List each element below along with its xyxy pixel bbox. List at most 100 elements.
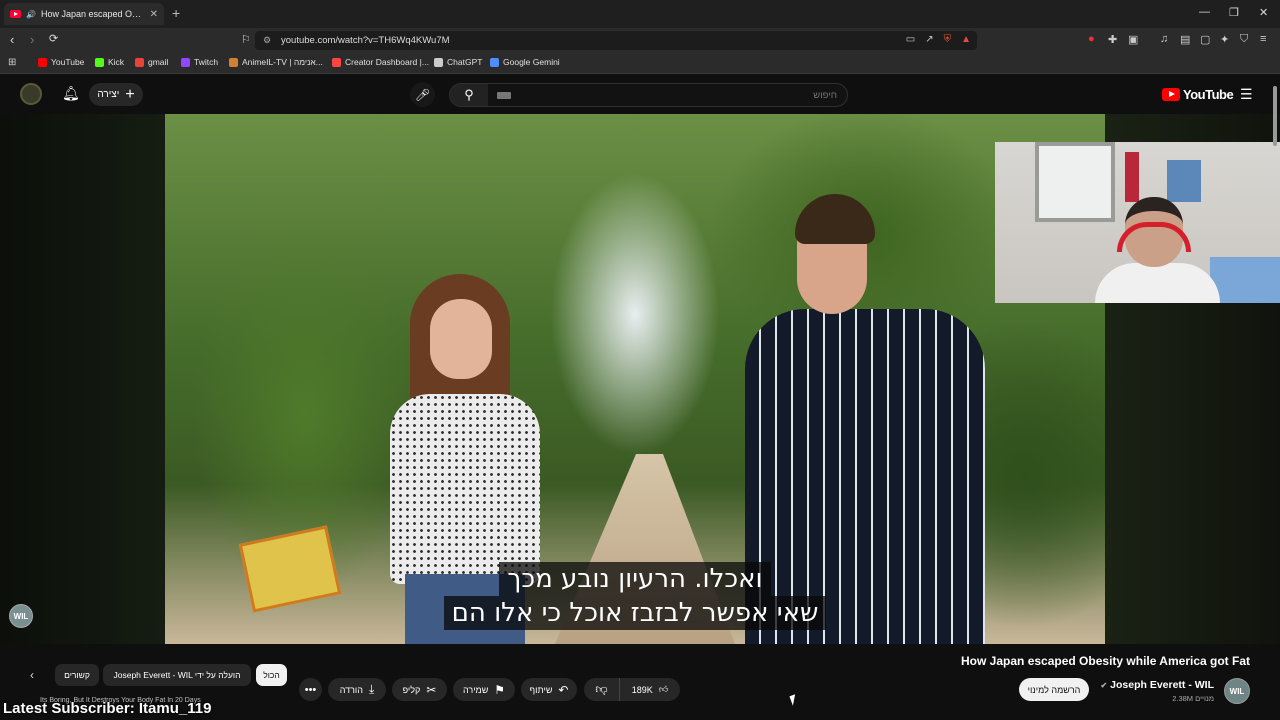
bookmark-item[interactable]: Kick [95, 57, 124, 67]
webcam-overlay [995, 142, 1280, 303]
voice-search-mic-icon[interactable]: 🎤︎ [410, 82, 435, 107]
search-icon: ⚲ [464, 87, 474, 102]
channel-name[interactable]: ✔ Joseph Everett - WIL [1100, 679, 1214, 691]
bookmark-favicon-icon [434, 57, 443, 67]
bookmark-item[interactable]: Google Gemini [490, 57, 560, 67]
save-button[interactable]: שמירה ⚑ [453, 678, 515, 701]
create-label: יצירה [97, 89, 120, 100]
create-button[interactable]: יצירה + [89, 83, 143, 106]
youtube-logo-text: YouTube [1183, 87, 1234, 102]
bookmark-item[interactable]: Twitch [181, 57, 218, 67]
keyboard-icon[interactable] [497, 92, 511, 99]
browser-tab[interactable]: 🔊 How Japan escaped Obesity ✕ [4, 3, 164, 25]
search-button[interactable]: ⚲ [450, 84, 488, 106]
youtube-logo[interactable]: YouTube [1162, 87, 1234, 102]
rewards-icon[interactable]: ▲ [961, 34, 971, 45]
bookmark-favicon-icon [135, 57, 144, 67]
share-label: שיתוף [529, 684, 553, 695]
dislike-button[interactable]: 👎︎ [584, 678, 620, 701]
bookmark-item[interactable]: AnimeIL-TV | אנימה... [229, 57, 323, 67]
vpn-icon[interactable]: ⛉ [1240, 33, 1248, 46]
leo-ai-icon[interactable]: ✦ [1220, 33, 1229, 46]
mouse-cursor [789, 694, 799, 706]
bookmark-item[interactable]: Creator Dashboard |... [332, 57, 429, 67]
plus-icon: + [125, 85, 135, 103]
thumbs-down-icon: 👎︎ [595, 682, 608, 696]
bookmark-save-icon: ⚑ [494, 682, 506, 697]
apps-grid-icon[interactable]: ⊞ [8, 57, 16, 68]
stream-overlay-latest-subscriber: Latest Subscriber: Itamu_119 [3, 700, 212, 717]
sidebar-icon[interactable]: ▤ [1180, 33, 1190, 46]
subscriber-count: 2.38M מנויים [1172, 694, 1214, 703]
bookmark-favicon-icon [332, 57, 341, 67]
menu-icon[interactable]: ≡ [1260, 33, 1266, 45]
chip-all[interactable]: הכול [256, 664, 287, 686]
browser-tab-bar: 🔊 How Japan escaped Obesity ✕ + — ❐ ✕ [0, 0, 1280, 28]
account-avatar[interactable] [20, 83, 42, 105]
more-actions-button[interactable]: ••• [299, 678, 322, 701]
download-label: הורדה [339, 684, 363, 695]
speaker-icon[interactable]: 🔊 [26, 10, 36, 19]
bookmark-favicon-icon [38, 57, 47, 67]
like-dislike-group: 👎︎ 189K 👍︎ [584, 678, 680, 701]
bookmark-item[interactable]: YouTube [38, 57, 84, 67]
new-tab-button[interactable]: + [172, 5, 180, 21]
subtitle-line-2: שאי אפשר לבזבז אוכל כי אלו הם [443, 596, 827, 630]
bookmark-label: YouTube [51, 57, 85, 67]
subscribe-button[interactable]: הרשמה למינוי [1019, 678, 1089, 701]
minimize-button[interactable]: — [1199, 6, 1210, 18]
page-scrollbar[interactable] [1273, 86, 1277, 146]
youtube-play-icon [1162, 88, 1180, 101]
subtitles: ואכלו. הרעיון נובע מכך שאי אפשר לבזבז או… [165, 562, 1105, 630]
like-button[interactable]: 189K 👍︎ [620, 678, 680, 701]
bookmark-favicon-icon [181, 57, 190, 67]
media-icon[interactable]: ♫ [1160, 33, 1168, 45]
extensions-puzzle-icon[interactable]: ✚ [1108, 33, 1117, 46]
channel-watermark[interactable]: WIL [9, 604, 33, 628]
browser-toolbar: ‹ › ⟳ ⚐ ⚙ youtube.com/watch?v=TH6Wq4KWu7… [0, 28, 1280, 52]
close-window-button[interactable]: ✕ [1259, 6, 1268, 19]
address-bar[interactable]: ⚙ youtube.com/watch?v=TH6Wq4KWu7M ▭ ↗ ⛨ … [255, 31, 977, 50]
bookmark-page-icon[interactable]: ⚐ [241, 33, 251, 46]
video-title: How Japan escaped Obesity while America … [961, 654, 1250, 668]
bookmark-label: Twitch [194, 57, 219, 67]
reload-icon[interactable]: ⟳ [49, 32, 58, 45]
notifications-bell-icon[interactable]: 🔔︎ [62, 85, 80, 102]
site-settings-icon[interactable]: ⚙ [263, 35, 271, 46]
back-arrow-icon[interactable]: ‹ [10, 32, 14, 47]
clip-label: קליפ [402, 684, 421, 695]
bookmark-label: ChatGPT [447, 57, 483, 67]
guide-menu-icon[interactable]: ☰ [1240, 86, 1253, 103]
share-arrow-icon: ↶ [558, 682, 569, 697]
chip-related[interactable]: קשורים [55, 664, 99, 686]
search-input[interactable] [537, 88, 837, 103]
bookmark-favicon-icon [95, 57, 104, 67]
cast-icon[interactable]: ▭ [906, 34, 915, 45]
share-button[interactable]: שיתוף ↶ [521, 678, 577, 701]
search-box: ⚲ [449, 83, 848, 107]
download-icon: ⤓ [368, 682, 375, 696]
download-button[interactable]: הורדה ⤓ [328, 678, 386, 701]
video-player[interactable]: ואכלו. הרעיון נובע מכך שאי אפשר לבזבז או… [0, 114, 1280, 644]
share-page-icon[interactable]: ↗ [925, 34, 933, 45]
clip-button[interactable]: קליפ ✂ [392, 678, 447, 701]
like-count: 189K [631, 684, 653, 695]
channel-avatar[interactable]: WIL [1224, 678, 1250, 704]
bookmark-label: gmail [148, 57, 169, 67]
bookmark-label: AnimeIL-TV | אנימה... [242, 57, 323, 67]
thumbs-up-icon: 👍︎ [658, 684, 669, 694]
bookmark-label: Creator Dashboard |... [345, 57, 429, 67]
chips-prev-arrow-icon[interactable]: ‹ [30, 668, 34, 682]
maximize-button[interactable]: ❐ [1229, 6, 1239, 19]
bookmark-item[interactable]: gmail [135, 57, 168, 67]
wallet-icon[interactable]: ▢ [1200, 33, 1210, 46]
chip-uploaded-by[interactable]: Joseph Everett - WIL הועלה על ידי [103, 664, 251, 686]
extension-box-icon[interactable]: ▣ [1128, 33, 1138, 46]
extension-record-icon[interactable]: ● [1088, 33, 1095, 45]
forward-arrow-icon[interactable]: › [30, 32, 34, 47]
tab-close-icon[interactable]: ✕ [150, 9, 158, 20]
brave-shield-icon[interactable]: ⛨ [944, 34, 952, 45]
bookmark-favicon-icon [490, 57, 499, 67]
bookmark-item[interactable]: ChatGPT [434, 57, 482, 67]
youtube-header: 🔔︎ יצירה + 🎤︎ ⚲ YouTube ☰ [0, 75, 1280, 114]
